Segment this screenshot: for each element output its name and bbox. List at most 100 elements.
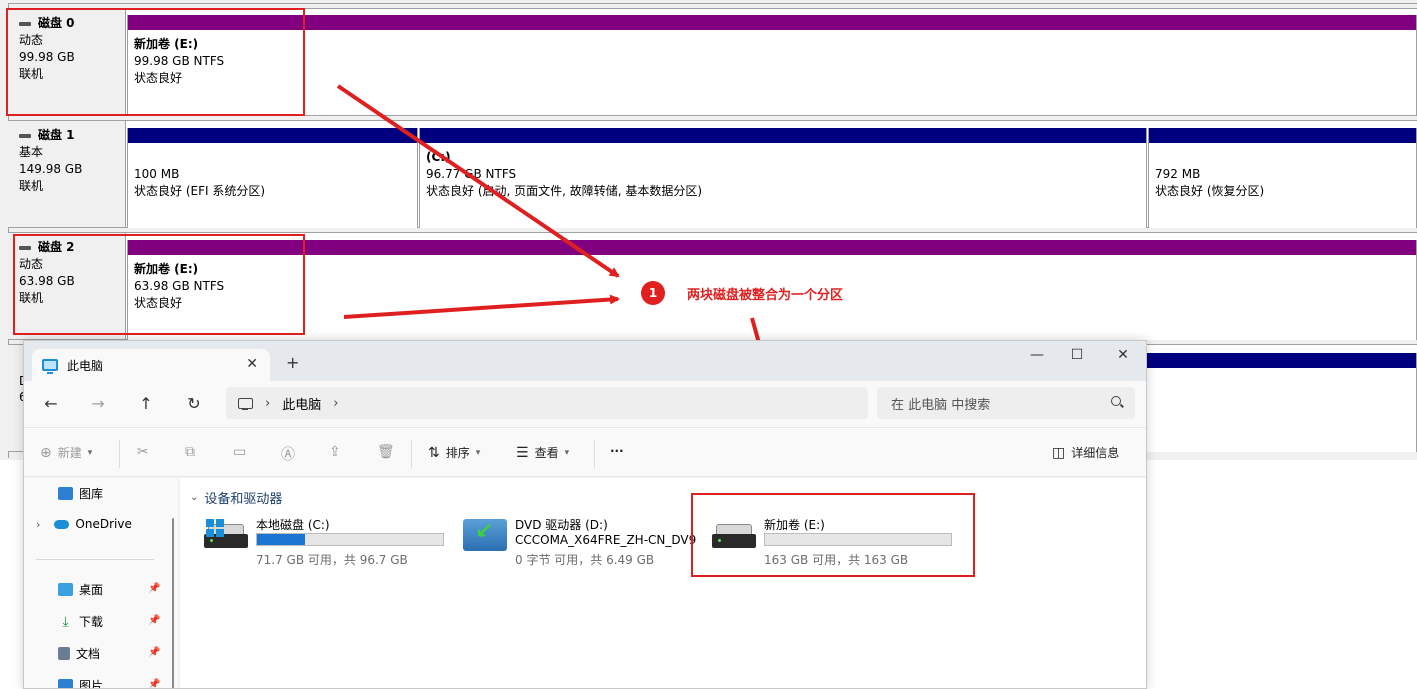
sidebar-item-label: 图库 (79, 487, 104, 501)
highlight-box-disk-2 (13, 234, 305, 335)
sidebar-item-desktop[interactable]: 桌面 (58, 581, 103, 598)
forward-arrow-icon[interactable]: → (88, 394, 108, 413)
copy-icon: ⧉ (185, 444, 195, 460)
tab-this-pc[interactable]: 此电脑 ✕ (32, 349, 270, 381)
highlight-box-disk-0 (6, 8, 305, 116)
up-arrow-icon[interactable]: ↑ (136, 394, 156, 413)
close-button[interactable]: ✕ (1113, 347, 1133, 363)
section-header[interactable]: ⌄ 设备和驱动器 (190, 488, 282, 507)
tab-bar: 此电脑 ✕ + — ☐ ✕ (24, 341, 1146, 381)
disk-header[interactable]: 磁盘 1 基本 149.98 GB 联机 (8, 121, 126, 227)
pictures-icon (58, 679, 73, 688)
pin-icon[interactable]: 📌 (148, 679, 160, 688)
tab-close-icon[interactable]: ✕ (246, 356, 258, 372)
details-pane-button[interactable]: ◫ 详细信息 (1052, 444, 1119, 461)
pin-icon[interactable]: 📌 (148, 647, 160, 658)
partition-efi[interactable]: 100 MB 状态良好 (EFI 系统分区) (127, 128, 418, 228)
view-button[interactable]: ☰ 查看 ▾ (516, 444, 569, 461)
chevron-right-icon[interactable]: › (36, 518, 40, 531)
divider (594, 440, 595, 468)
sort-icon: ⇅ (428, 444, 440, 461)
sidebar-item-downloads[interactable]: ⤓ 下载 (58, 613, 103, 630)
tab-title: 此电脑 (67, 358, 104, 373)
new-button[interactable]: ⊕ 新建 ▾ (40, 444, 92, 461)
refresh-icon[interactable]: ↻ (184, 394, 204, 413)
chevron-down-icon[interactable]: ⌄ (190, 492, 198, 503)
this-pc-icon (42, 359, 58, 374)
partition-size: 96.77 GB NTFS (426, 167, 517, 181)
drive-c[interactable]: 本地磁盘 (C:) 71.7 GB 可用，共 96.7 GB (204, 516, 444, 567)
divider (411, 440, 412, 468)
cut-button[interactable]: ✂ (137, 444, 149, 460)
chevron-down-icon: ▾ (87, 447, 93, 458)
windows-logo-icon (206, 519, 224, 537)
sort-button[interactable]: ⇅ 排序 ▾ (428, 444, 480, 461)
pin-icon[interactable]: 📌 (148, 615, 160, 626)
sidebar-item-onedrive[interactable]: › OneDrive (36, 517, 132, 531)
download-icon: ⤓ (62, 613, 69, 630)
copy-button[interactable]: ⧉ (185, 444, 195, 460)
maximize-button[interactable]: ☐ (1067, 347, 1087, 363)
partition-status: 状态良好 (EFI 系统分区) (134, 184, 266, 198)
section-title: 设备和驱动器 (204, 492, 283, 507)
address-bar[interactable]: › 此电脑 › (226, 387, 868, 419)
partition-bar (1149, 128, 1416, 143)
drive-label: CCCOMA_X64FRE_ZH-CN_DV9 (515, 533, 697, 547)
share-button[interactable]: ⇪ (329, 444, 341, 460)
search-icon[interactable] (1111, 396, 1121, 406)
partition-title: 新加卷 (E:) (134, 262, 199, 276)
onedrive-icon (54, 519, 70, 529)
file-explorer-window: 此电脑 ✕ + — ☐ ✕ ← → ↑ ↻ › 此电脑 › 在 此电脑 中搜索 … (23, 340, 1147, 689)
desktop-icon (58, 583, 73, 596)
disk-status: 联机 (19, 179, 44, 193)
disk-type: 基本 (19, 145, 44, 159)
new-tab-button[interactable]: + (286, 353, 299, 372)
details-pane-icon: ◫ (1052, 444, 1066, 461)
more-options-button[interactable]: ··· (610, 444, 624, 458)
drive-d[interactable]: ↙ DVD 驱动器 (D:) CCCOMA_X64FRE_ZH-CN_DV9 0… (463, 516, 703, 567)
disk-size: 149.98 GB (19, 162, 83, 176)
search-placeholder: 在 此电脑 中搜索 (891, 397, 991, 413)
back-arrow-icon[interactable]: ← (41, 394, 61, 413)
partition-bar (128, 128, 417, 143)
disk-row-1[interactable]: 磁盘 1 基本 149.98 GB 联机 100 MB 状态良好 (EFI 系统… (8, 120, 1417, 228)
dvd-drive-icon: ↙ (463, 519, 507, 551)
sort-label: 排序 (445, 446, 470, 460)
sidebar-item-label: OneDrive (75, 517, 132, 531)
sidebar-item-documents[interactable]: 文档 (58, 645, 100, 662)
divider (36, 559, 154, 560)
breadcrumb-this-pc[interactable]: 此电脑 (282, 394, 321, 413)
search-input[interactable]: 在 此电脑 中搜索 (877, 387, 1135, 419)
paste-button[interactable]: ▭ (233, 444, 246, 460)
chevron-right-icon[interactable]: › (265, 396, 270, 411)
partition[interactable]: 新加卷 (E:) 99.98 GB NTFS 状态良好 (127, 15, 1417, 115)
rename-icon: Ⓐ (281, 447, 295, 463)
disk-icon (19, 133, 31, 138)
sidebar-item-pictures[interactable]: 图片 (58, 677, 104, 689)
navigation-pane: 图库 › OneDrive 桌面 📌 ⤓ 下载 📌 文档 📌 图片 📌 (24, 478, 178, 689)
sidebar-item-label: 图片 (79, 679, 104, 689)
partition-status: 状态良好 (134, 71, 183, 85)
documents-icon (58, 647, 70, 660)
partition-c[interactable]: (C:) 96.77 GB NTFS 状态良好 (启动, 页面文件, 故障转储,… (419, 128, 1147, 228)
rename-button[interactable]: Ⓐ (281, 444, 295, 464)
partition-title: 新加卷 (E:) (134, 37, 199, 51)
chevron-down-icon: ▾ (475, 447, 481, 458)
sidebar-item-gallery[interactable]: 图库 (58, 485, 103, 502)
minimize-button[interactable]: — (1027, 347, 1047, 363)
delete-button[interactable]: 🗑 (377, 444, 395, 460)
sidebar-scrollbar[interactable] (172, 518, 174, 688)
partition-size: 99.98 GB NTFS (134, 54, 225, 68)
partition-bar (128, 15, 1416, 30)
sidebar-item-label: 桌面 (79, 583, 104, 597)
partition-bar (128, 240, 1416, 255)
partition-status: 状态良好 (恢复分区) (1155, 184, 1265, 198)
partition-recovery[interactable]: 792 MB 状态良好 (恢复分区) (1148, 128, 1417, 228)
annotation-number-badge: 1 (641, 281, 665, 305)
drive-name: 本地磁盘 (C:) (256, 518, 330, 532)
pin-icon[interactable]: 📌 (148, 583, 160, 594)
divider (8, 3, 1417, 4)
navigation-bar: ← → ↑ ↻ › 此电脑 › 在 此电脑 中搜索 (24, 381, 1146, 427)
drive-name: DVD 驱动器 (D:) (515, 518, 608, 532)
chevron-right-icon[interactable]: › (333, 396, 338, 411)
